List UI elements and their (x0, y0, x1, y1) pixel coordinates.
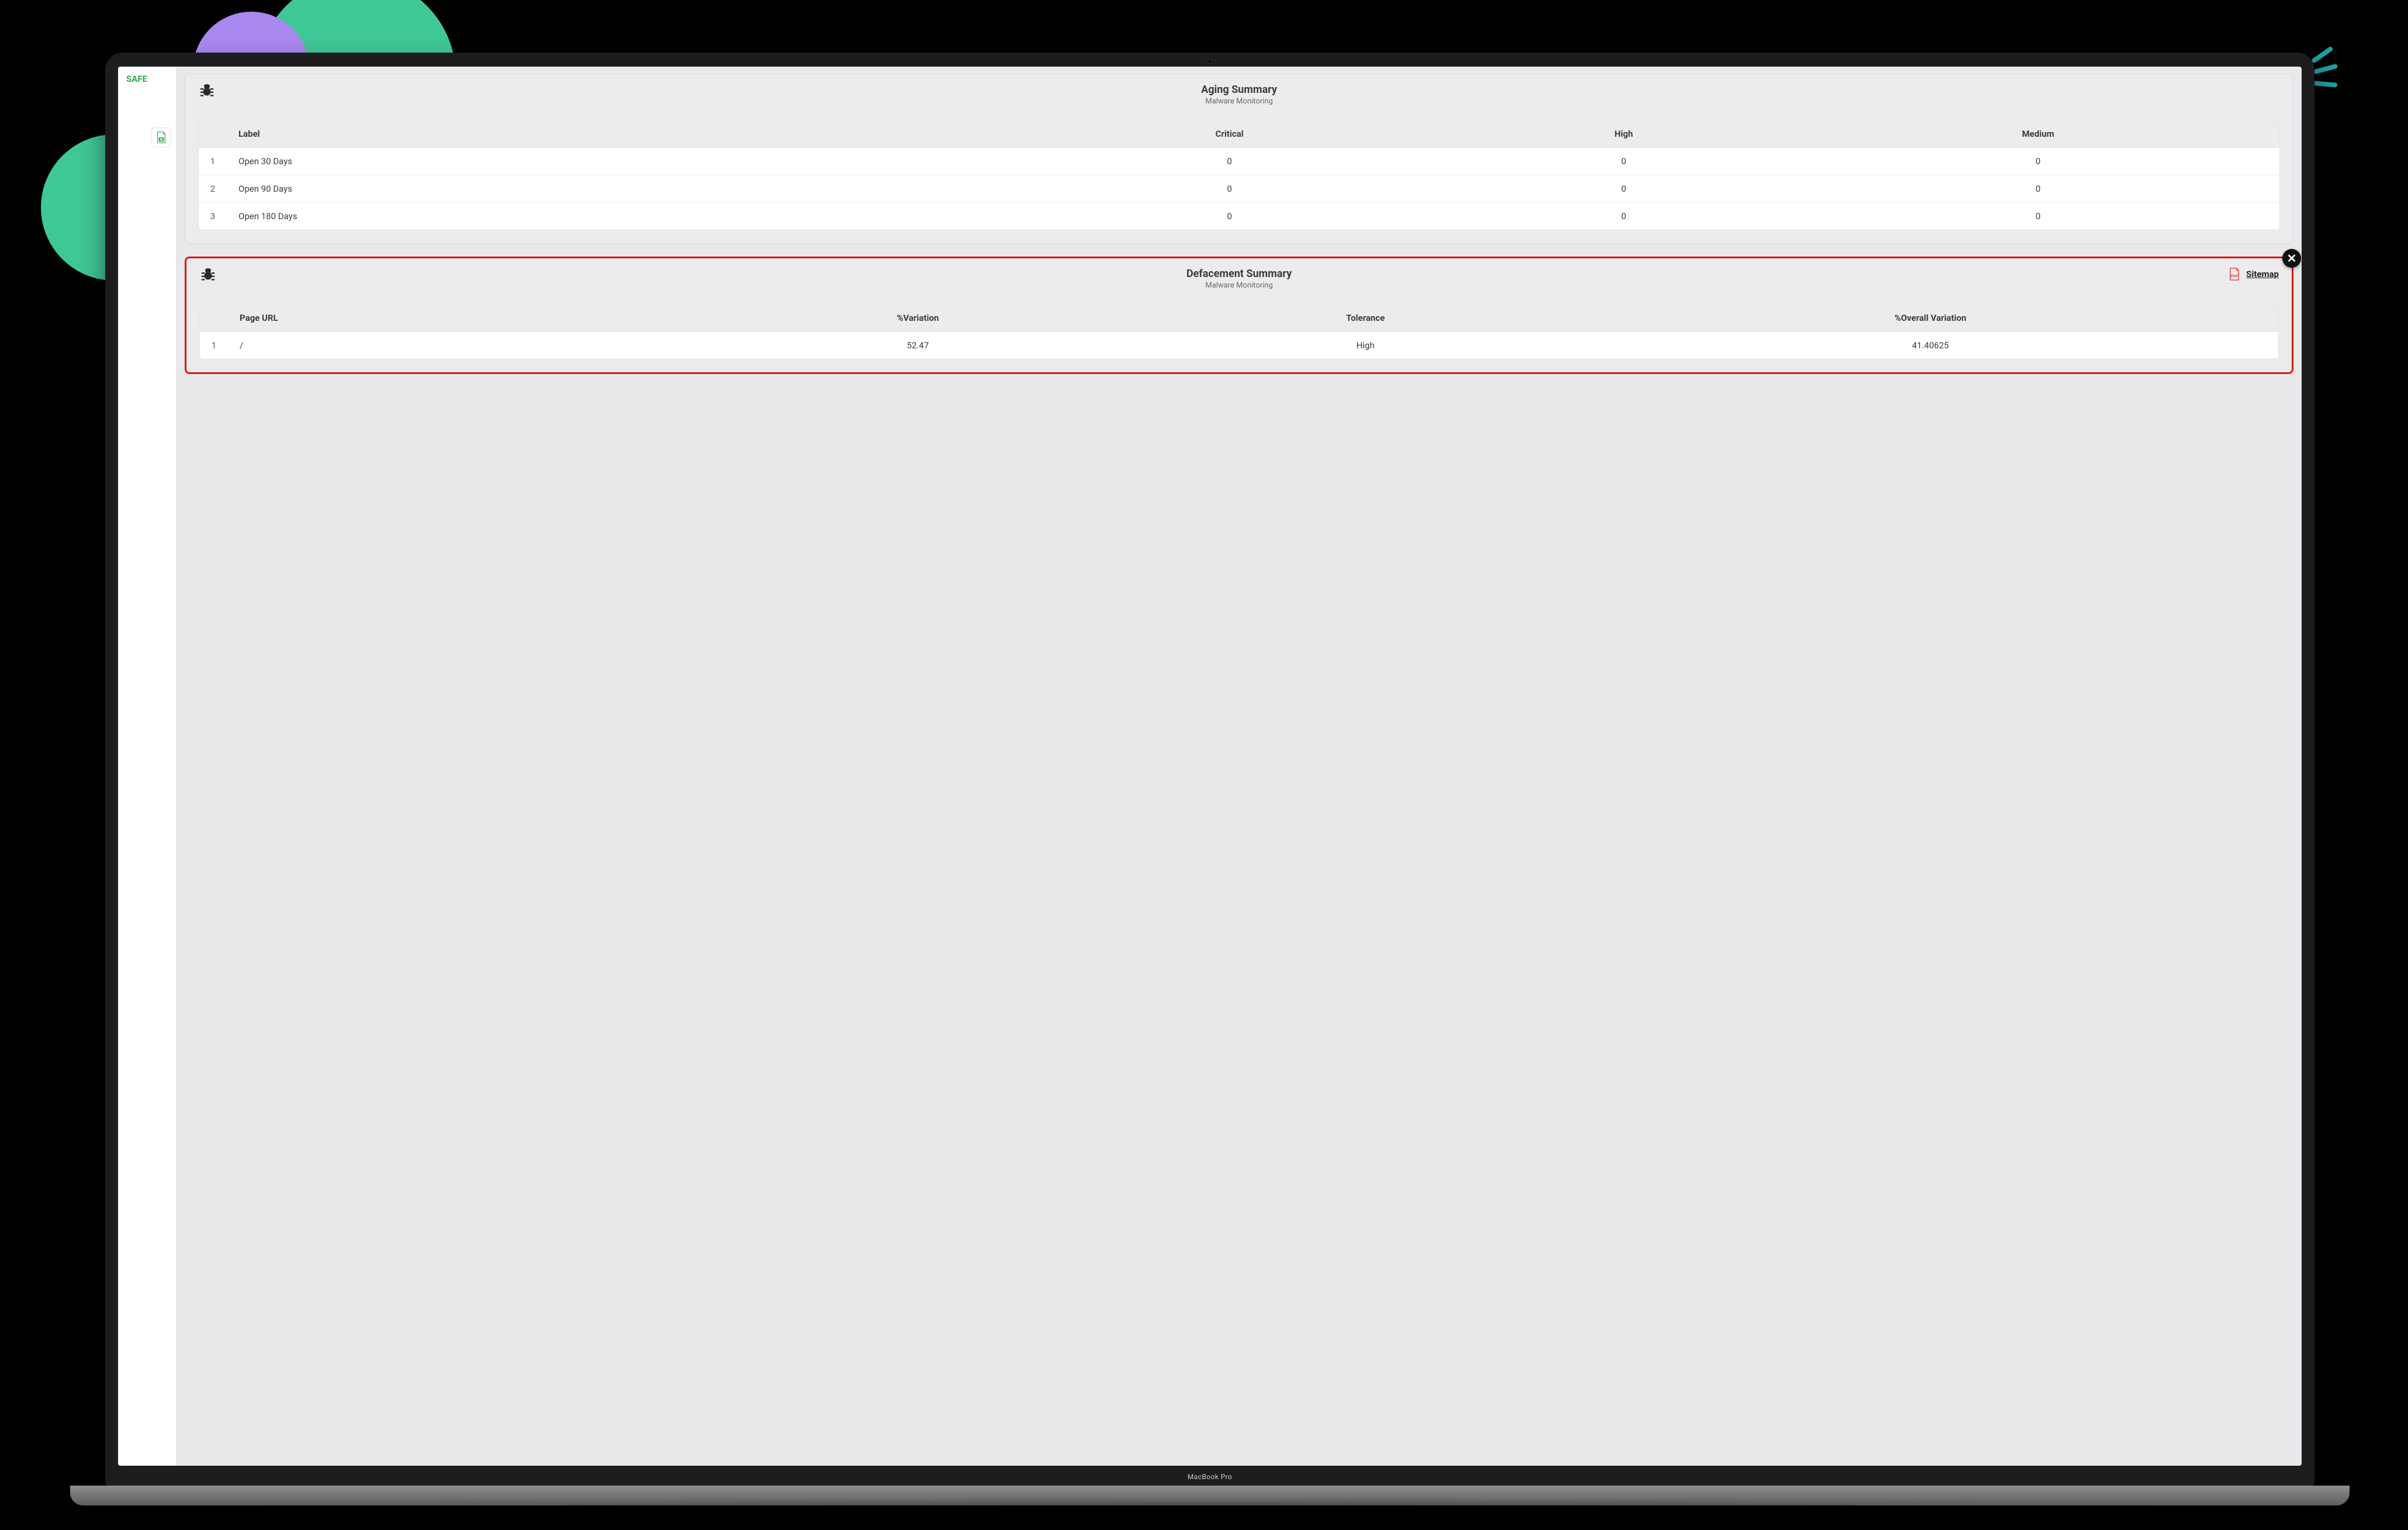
table-row[interactable]: 2 Open 90 Days 0 0 0 (199, 175, 2279, 203)
safe-status-badge: SAFE (123, 71, 151, 86)
row-medium: 0 (1797, 148, 2279, 175)
row-label: Open 180 Days (227, 203, 1008, 230)
table-row[interactable]: 1 Open 30 Days 0 0 0 (199, 148, 2279, 175)
aging-col-critical: Critical (1008, 120, 1451, 148)
content-area: Aging Summary Malware Monitoring Label C… (177, 67, 2302, 1466)
row-high: 0 (1451, 203, 1797, 230)
row-critical: 0 (1008, 175, 1451, 203)
aging-col-medium: Medium (1797, 120, 2279, 148)
camera-dot (1208, 59, 1212, 64)
row-critical: 0 (1008, 203, 1451, 230)
table-row[interactable]: 1 / 52.47 High 41.40625 (200, 332, 2278, 359)
defacement-table: Page URL %Variation Tolerance %Overall V… (199, 304, 2279, 359)
sitemap-link[interactable]: Sitemap (2246, 269, 2279, 279)
decor-dashes (2313, 53, 2338, 85)
row-tolerance: High (1148, 332, 1583, 359)
laptop-frame: SAFE (105, 53, 2314, 1489)
row-url: / (228, 332, 687, 359)
aging-summary-card: Aging Summary Malware Monitoring Label C… (185, 74, 2293, 244)
aging-title: Aging Summary (198, 84, 2280, 96)
defacement-subtitle: Malware Monitoring (199, 281, 2279, 290)
row-index: 3 (199, 203, 227, 230)
aging-col-index (199, 120, 227, 148)
app-screen: SAFE (118, 67, 2302, 1466)
row-overall: 41.40625 (1583, 332, 2278, 359)
export-excel-button[interactable] (151, 127, 171, 147)
def-col-url: Page URL (228, 304, 687, 332)
table-row[interactable]: 3 Open 180 Days 0 0 0 (199, 203, 2279, 230)
def-col-index (200, 304, 228, 332)
row-index: 2 (199, 175, 227, 203)
row-label: Open 30 Days (227, 148, 1008, 175)
def-col-tolerance: Tolerance (1148, 304, 1583, 332)
row-variation: 52.47 (687, 332, 1148, 359)
svg-text:PDF: PDF (2231, 275, 2239, 279)
defacement-title: Defacement Summary (199, 268, 2279, 280)
row-label: Open 90 Days (227, 175, 1008, 203)
laptop-shadow (82, 1501, 2338, 1524)
aging-table: Label Critical High Medium 1 Open 30 Day… (198, 120, 2280, 230)
row-index: 1 (200, 332, 228, 359)
aging-col-label: Label (227, 120, 1008, 148)
row-medium: 0 (1797, 175, 2279, 203)
aging-col-high: High (1451, 120, 1797, 148)
excel-file-icon (156, 131, 167, 143)
bug-icon (198, 82, 216, 100)
defacement-summary-card: ✕ Defacement Summary Malware Monitoring (185, 257, 2293, 374)
aging-subtitle: Malware Monitoring (198, 97, 2280, 106)
row-high: 0 (1451, 175, 1797, 203)
bug-icon (199, 266, 217, 284)
row-critical: 0 (1008, 148, 1451, 175)
laptop-base-label: MacBook Pro (1188, 1473, 1232, 1481)
def-col-overall: %Overall Variation (1583, 304, 2278, 332)
left-rail: SAFE (118, 67, 177, 1466)
pdf-file-icon[interactable]: PDF (2229, 268, 2240, 281)
def-col-variation: %Variation (687, 304, 1148, 332)
row-index: 1 (199, 148, 227, 175)
row-high: 0 (1451, 148, 1797, 175)
row-medium: 0 (1797, 203, 2279, 230)
